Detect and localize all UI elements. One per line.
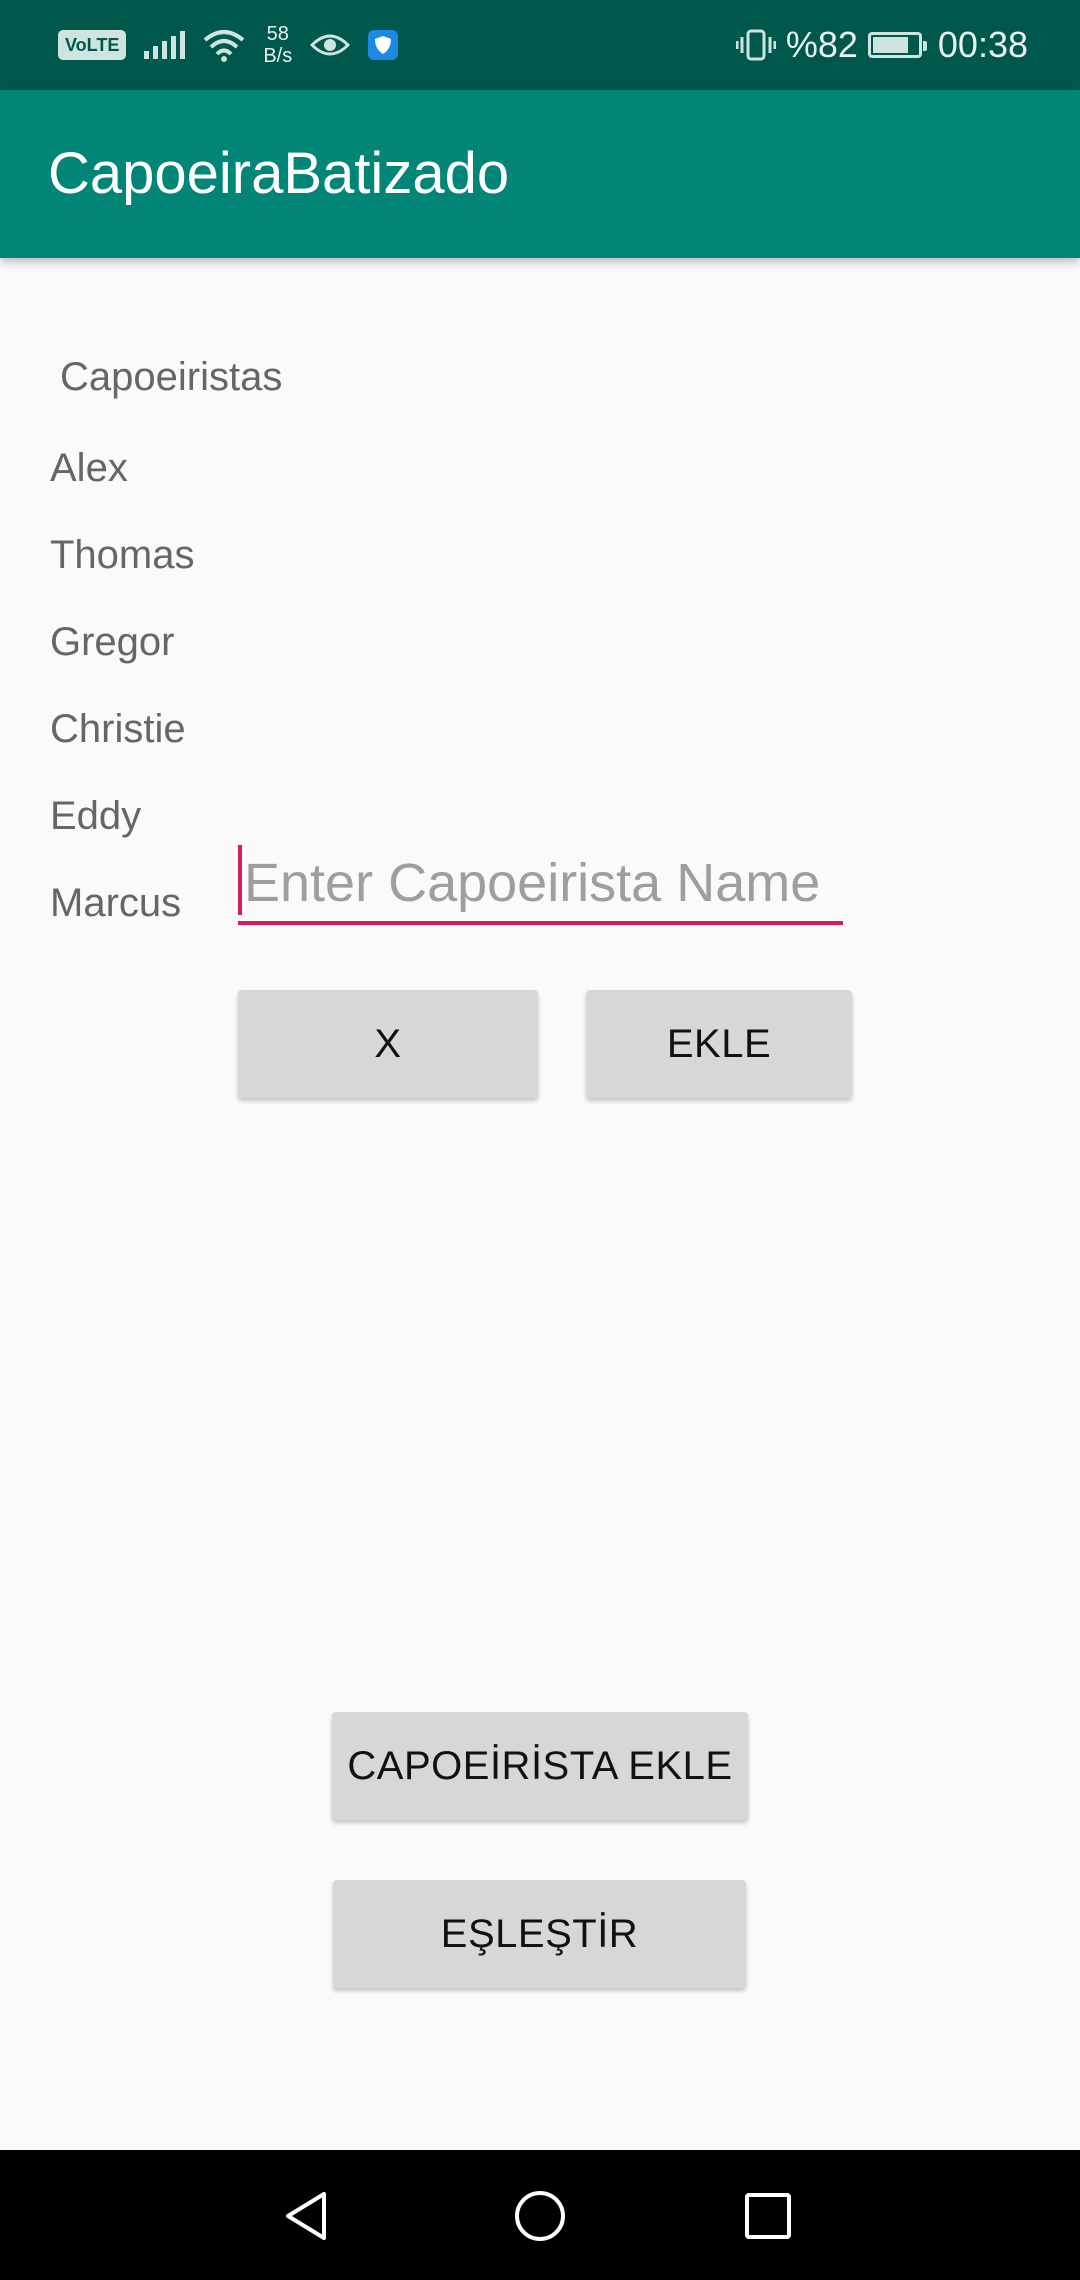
eye-icon bbox=[310, 34, 351, 56]
capoeirista-list: Alex Thomas Gregor Christie Eddy Marcus bbox=[50, 440, 195, 962]
home-icon[interactable] bbox=[512, 2188, 568, 2244]
add-capoeirista-button[interactable]: CAPOEİRİSTA EKLE bbox=[332, 1712, 748, 1820]
battery-icon bbox=[867, 32, 927, 58]
status-bar: VoLTE 58 B/s %82 00:38 bbox=[0, 0, 1080, 90]
speed-unit: B/s bbox=[263, 45, 293, 67]
speed-value: 58 bbox=[266, 23, 289, 45]
list-header: Capoeiristas bbox=[60, 355, 283, 399]
list-item[interactable]: Christie bbox=[50, 701, 195, 788]
cancel-button[interactable]: X bbox=[238, 990, 538, 1098]
battery-percent: %82 bbox=[785, 24, 858, 65]
clock: 00:38 bbox=[937, 24, 1028, 65]
list-item[interactable]: Gregor bbox=[50, 614, 195, 701]
navigation-bar bbox=[0, 2150, 1080, 2280]
list-item[interactable]: Eddy bbox=[50, 788, 195, 875]
back-icon[interactable] bbox=[280, 2188, 336, 2244]
recents-icon[interactable] bbox=[740, 2188, 796, 2244]
battery-level bbox=[872, 37, 909, 53]
list-item[interactable]: Marcus bbox=[50, 875, 195, 962]
list-item[interactable]: Thomas bbox=[50, 527, 195, 614]
app-title: CapoeiraBatizado bbox=[48, 141, 510, 206]
list-item[interactable]: Alex bbox=[50, 440, 195, 527]
text-cursor bbox=[238, 845, 242, 915]
match-button[interactable]: EŞLEŞTİR bbox=[333, 1880, 746, 1988]
wifi-icon bbox=[204, 30, 245, 62]
shield-icon bbox=[368, 30, 399, 60]
vibrate-icon bbox=[735, 29, 776, 61]
capoeirista-name-input[interactable] bbox=[238, 845, 843, 925]
add-button[interactable]: EKLE bbox=[586, 990, 852, 1098]
network-speed: 58 B/s bbox=[263, 23, 292, 67]
signal-icon bbox=[144, 31, 186, 59]
volte-icon: VoLTE bbox=[58, 30, 127, 60]
app-bar: CapoeiraBatizado bbox=[0, 90, 1080, 258]
